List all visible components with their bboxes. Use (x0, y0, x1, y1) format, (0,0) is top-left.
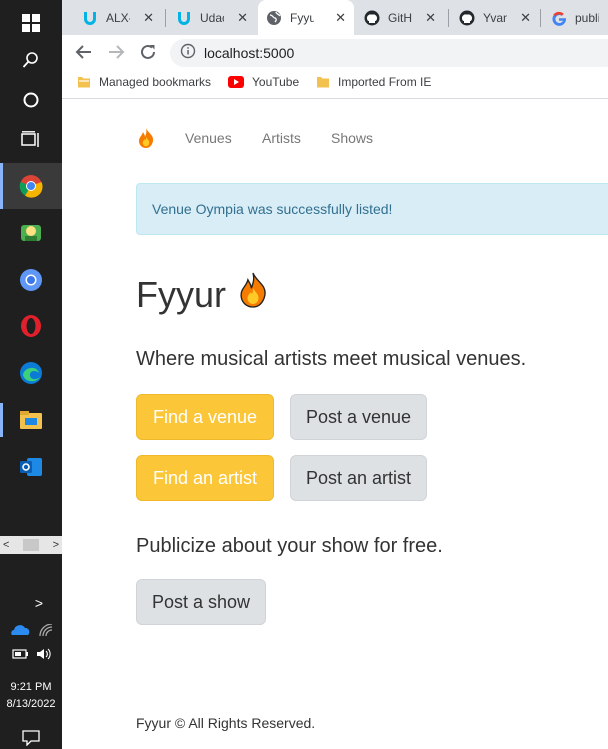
tab-label: Fyyur (290, 10, 314, 25)
post-venue-button[interactable]: Post a venue (290, 394, 427, 440)
page-title-text: Fyyur (136, 273, 226, 315)
network-icon (39, 623, 53, 637)
tab-separator (540, 9, 541, 27)
close-icon[interactable]: ✕ (520, 10, 531, 26)
tab-udacity[interactable]: Udaci ✕ (168, 0, 256, 35)
tab-label: publi (575, 10, 599, 25)
flame-icon (236, 270, 270, 319)
volume-icon (37, 648, 51, 660)
folder-icon (77, 75, 91, 89)
find-artist-button[interactable]: Find an artist (136, 455, 274, 501)
tab-github[interactable]: GitHu ✕ (356, 0, 444, 35)
clock-date: 8/13/2022 (6, 698, 56, 710)
tab-yvant[interactable]: YvanT ✕ (451, 0, 539, 35)
address-bar[interactable]: localhost:5000 (170, 39, 608, 67)
tray-icons-row-1 (0, 623, 62, 638)
page-title: Fyyur (136, 270, 270, 319)
bookmark-label: Managed bookmarks (99, 75, 212, 89)
tab-label: Udaci (200, 10, 224, 25)
google-icon (551, 10, 567, 26)
flash-message: Venue Oympia was successfully listed! (136, 183, 608, 235)
bookmark-imported-ie[interactable]: Imported From IE (316, 75, 431, 89)
edge-icon[interactable] (0, 350, 62, 396)
scroll-thumb[interactable] (23, 539, 39, 551)
post-artist-button[interactable]: Post an artist (290, 455, 427, 501)
chrome-icon[interactable] (0, 163, 62, 209)
nav-artists-link[interactable]: Artists (262, 130, 301, 146)
reload-icon[interactable] (137, 41, 159, 63)
youtube-icon (228, 76, 244, 88)
browser-window: ALX-T ✕ Udaci ✕ Fyyur ✕ GitHu ✕ (62, 0, 608, 749)
site-navbar (136, 124, 156, 152)
bookmarks-bar: Managed bookmarks YouTube Imported From … (62, 69, 608, 99)
bookmark-managed[interactable]: Managed bookmarks (77, 75, 211, 89)
github-icon (364, 10, 380, 26)
bookmark-label: YouTube (252, 75, 300, 89)
github-icon (459, 10, 475, 26)
battery-icon (12, 649, 28, 659)
nav-venues-link[interactable]: Venues (185, 130, 232, 146)
tagline: Where musical artists meet musical venue… (136, 348, 527, 370)
post-show-button[interactable]: Post a show (136, 579, 266, 625)
nav-shows-link[interactable]: Shows (331, 130, 373, 146)
taskbar-clock[interactable]: 9:21 PM 8/13/2022 (0, 679, 62, 713)
url-text: localhost:5000 (204, 45, 295, 61)
bookmark-youtube[interactable]: YouTube (228, 75, 299, 89)
forward-icon[interactable] (105, 41, 127, 63)
close-icon[interactable]: ✕ (237, 10, 248, 26)
close-icon[interactable]: ✕ (335, 10, 346, 26)
tab-google[interactable]: publi (543, 0, 608, 35)
back-icon[interactable] (73, 41, 95, 63)
udacity-icon (176, 10, 192, 26)
browser-toolbar: localhost:5000 (62, 35, 608, 69)
find-venue-button[interactable]: Find a venue (136, 394, 274, 440)
bookmark-label: Imported From IE (338, 75, 432, 89)
opera-icon[interactable] (0, 303, 62, 349)
notification-icon[interactable] (22, 730, 40, 749)
windows-taskbar: < > > 9:21 PM 8/13/2022 (0, 0, 62, 749)
tab-fyyur[interactable]: Fyyur ✕ (258, 0, 354, 35)
web-page: Venues Artists Shows Venue Oympia was su… (62, 100, 608, 749)
close-icon[interactable]: ✕ (425, 10, 436, 26)
taskbar-scrollbar[interactable]: < > (0, 536, 62, 554)
scroll-left-button[interactable]: < (3, 539, 9, 551)
tab-label: YvanT (483, 10, 507, 25)
onedrive-icon (11, 625, 30, 635)
tab-label: GitHu (388, 10, 412, 25)
page-footer: Fyyur © All Rights Reserved. (136, 715, 316, 731)
tab-separator (165, 9, 166, 27)
chrome-canary-icon[interactable] (0, 257, 62, 303)
fyyur-logo-flame-icon[interactable] (136, 127, 156, 149)
site-info-icon[interactable] (180, 43, 196, 64)
globe-icon (266, 10, 282, 26)
task-view-icon[interactable] (0, 117, 62, 163)
tab-strip: ALX-T ✕ Udaci ✕ Fyyur ✕ GitHu ✕ (62, 0, 608, 35)
tray-chevron-icon[interactable]: > (8, 595, 70, 611)
folder-icon (316, 75, 330, 89)
clock-time: 9:21 PM (10, 681, 52, 693)
tab-alx[interactable]: ALX-T ✕ (74, 0, 162, 35)
udacity-icon (82, 10, 98, 26)
tab-label: ALX-T (106, 10, 130, 25)
app-icon[interactable] (0, 210, 62, 256)
tab-separator (448, 9, 449, 27)
close-icon[interactable]: ✕ (143, 10, 154, 26)
file-explorer-icon[interactable] (0, 397, 62, 443)
scroll-right-button[interactable]: > (53, 539, 59, 551)
outlook-icon[interactable] (0, 444, 62, 490)
publicize-text: Publicize about your show for free. (136, 535, 443, 557)
tray-icons-row-2 (0, 646, 62, 662)
